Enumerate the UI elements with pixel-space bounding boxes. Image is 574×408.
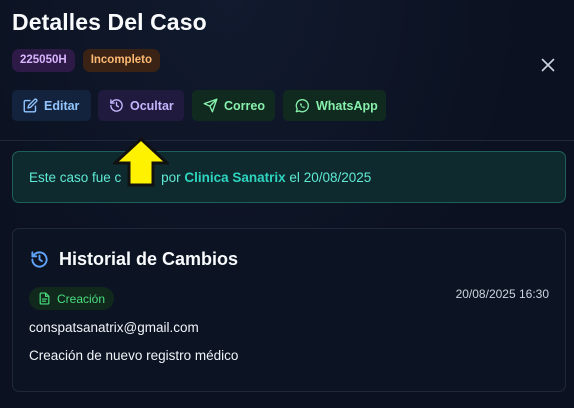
page-title: Detalles Del Caso xyxy=(12,9,207,35)
case-id-badge: 225050H xyxy=(12,49,75,72)
history-card: Historial de Cambios Creación 20/08/2025… xyxy=(12,228,566,392)
hide-button[interactable]: Ocultar xyxy=(98,90,184,121)
created-notice-author: Clinica Sanatrix xyxy=(184,170,286,185)
entry-timestamp: 20/08/2025 16:30 xyxy=(455,287,549,301)
close-button[interactable] xyxy=(539,56,557,74)
edit-button-label: Editar xyxy=(44,98,80,113)
badge-row: 225050H Incompleto xyxy=(12,49,161,72)
history-icon xyxy=(110,99,123,112)
document-icon xyxy=(39,292,50,305)
email-button[interactable]: Correo xyxy=(192,90,275,121)
edit-icon xyxy=(23,98,38,113)
send-icon xyxy=(203,98,218,113)
hide-button-label: Ocultar xyxy=(130,98,174,113)
created-notice-on: el xyxy=(289,170,300,185)
entry-user-email: conspatsanatrix@gmail.com xyxy=(29,320,199,335)
arrow-up-icon xyxy=(113,137,169,187)
status-badge: Incompleto xyxy=(82,49,161,72)
entry-type-label: Creación xyxy=(57,291,106,306)
close-icon xyxy=(541,58,555,72)
history-title: Historial de Cambios xyxy=(59,249,239,269)
edit-button[interactable]: Editar xyxy=(12,90,91,121)
whatsapp-button-label: WhatsApp xyxy=(316,98,378,113)
history-icon xyxy=(31,251,48,268)
case-details-panel: Detalles Del Caso 225050H Incompleto Edi… xyxy=(0,0,574,408)
history-header: Historial de Cambios xyxy=(30,249,238,270)
whatsapp-button[interactable]: WhatsApp xyxy=(283,90,386,121)
entry-description: Creación de nuevo registro médico xyxy=(29,348,239,363)
created-notice: Este caso fue c por Clinica Sanatrix el … xyxy=(12,151,566,203)
created-notice-date: 20/08/2025 xyxy=(303,170,372,185)
whatsapp-icon xyxy=(295,98,309,112)
created-notice-prefix: Este caso fue c xyxy=(29,170,122,185)
section-divider xyxy=(0,140,574,141)
entry-type-badge: Creación xyxy=(29,287,115,310)
email-button-label: Correo xyxy=(224,98,265,113)
